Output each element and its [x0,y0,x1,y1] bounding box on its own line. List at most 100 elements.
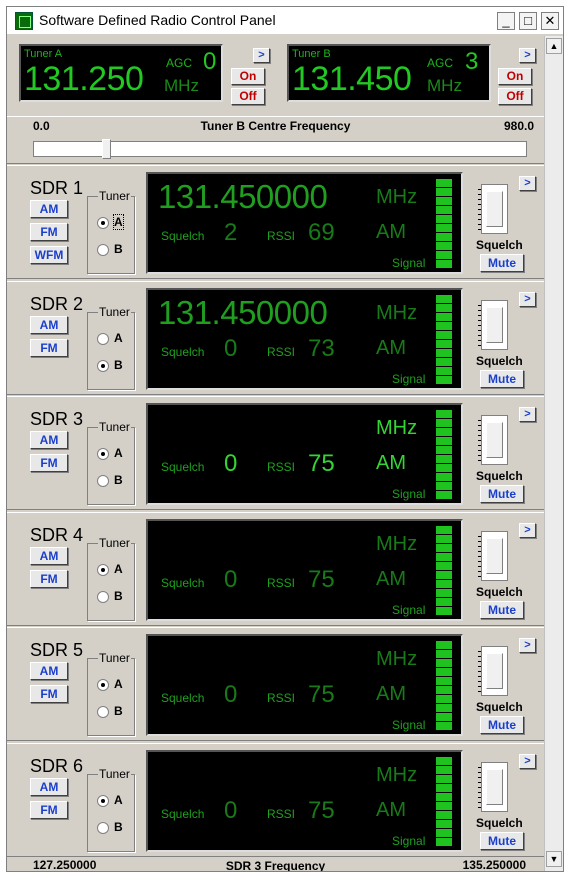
mode-button-am[interactable]: AM [30,431,68,449]
scroll-down-arrow[interactable]: ▼ [546,851,562,867]
sdr-expand-button[interactable]: > [519,292,536,307]
tuner-b-radio-label[interactable]: B [114,473,123,487]
tuner-b-radio-label[interactable]: B [114,242,123,256]
centre-frequency-row: 0.0 Tuner B Centre Frequency 980.0 [7,116,544,164]
tuner-b-radio[interactable] [97,822,109,834]
signal-label: Signal [392,718,426,732]
tuner-b-unit: MHz [427,76,462,95]
tuner-b-radio[interactable] [97,475,109,487]
tuner-b-off-button[interactable]: Off [498,88,532,105]
sdr-unit: MHz [376,417,418,439]
slider-tick [478,561,481,562]
mute-button[interactable]: Mute [480,370,524,388]
scroll-up-arrow[interactable]: ▲ [546,38,562,54]
mute-button[interactable]: Mute [480,254,524,272]
mode-button-am[interactable]: AM [30,662,68,680]
mute-button[interactable]: Mute [480,832,524,850]
mode-button-fm[interactable]: FM [30,339,68,357]
slider-tick [478,425,481,426]
tuner-a-expand-button[interactable]: > [253,48,270,63]
slider-tick [478,541,481,542]
sdr-expand-button[interactable]: > [519,176,536,191]
tuner-a-radio[interactable] [97,679,109,691]
slider-tick [478,556,481,557]
squelch-value: 0 [224,681,238,708]
tuner-a-radio[interactable] [97,448,109,460]
tuner-a-radio[interactable] [97,217,109,229]
mode-button-am[interactable]: AM [30,200,68,218]
mode-button-am[interactable]: AM [30,547,68,565]
tuner-a-radio-label[interactable]: A [114,562,123,576]
signal-label: Signal [392,487,426,501]
mode-button-fm[interactable]: FM [30,223,68,241]
mode-button-fm[interactable]: FM [30,570,68,588]
centre-frequency-slider[interactable] [33,139,527,159]
tuner-a-display: Tuner A 131.250 AGC 0 MHz [19,44,223,102]
slider-tick [478,807,481,808]
sdr-mode: AM [376,221,406,243]
squelch-thumb[interactable] [486,307,503,343]
tuner-b-radio-label[interactable]: B [114,358,123,372]
mode-button-fm[interactable]: FM [30,454,68,472]
tuner-a-radio-label[interactable]: A [114,446,123,460]
squelch-slider[interactable] [478,531,508,581]
tuner-a-radio[interactable] [97,795,109,807]
meter-segment [436,641,452,649]
tuner-b-expand-button[interactable]: > [519,48,536,63]
slider-tick [478,199,481,200]
squelch-thumb[interactable] [486,422,503,458]
tuner-a-radio-label[interactable]: A [114,793,123,807]
rssi-label: RSSI [267,229,296,243]
sdr-expand-button[interactable]: > [519,754,536,769]
mode-button-am[interactable]: AM [30,316,68,334]
tuner-a-radio-label[interactable]: A [113,214,124,230]
sdr-expand-button[interactable]: > [519,407,536,422]
sdr-expand-button[interactable]: > [519,523,536,538]
tuner-b-radio[interactable] [97,244,109,256]
squelch-thumb[interactable] [486,769,503,805]
squelch-slider[interactable] [478,646,508,696]
mute-button[interactable]: Mute [480,601,524,619]
squelch-slider[interactable] [478,762,508,812]
squelch-slider[interactable] [478,184,508,234]
tuner-b-radio[interactable] [97,706,109,718]
tuner-a-radio[interactable] [97,333,109,345]
squelch-slider[interactable] [478,415,508,465]
slider-tick [478,661,481,662]
rssi-label: RSSI [267,807,296,821]
app-icon [15,12,33,30]
vertical-scrollbar[interactable]: ▲ ▼ [544,36,563,871]
tuner-a-radio[interactable] [97,564,109,576]
meter-segment [436,695,452,703]
close-button[interactable]: ✕ [541,12,559,30]
tuner-group-label: Tuner [98,189,131,203]
meter-segment [436,260,452,268]
tuner-b-agc-value: 3 [465,48,479,75]
tuner-a-off-button[interactable]: Off [231,88,265,105]
squelch-thumb[interactable] [486,538,503,574]
mode-button-wfm[interactable]: WFM [30,246,68,264]
tuner-b-radio[interactable] [97,360,109,372]
slider-thumb[interactable] [102,139,111,159]
mode-button-am[interactable]: AM [30,778,68,796]
meter-segment [436,562,452,570]
mode-button-fm[interactable]: FM [30,685,68,703]
mute-button[interactable]: Mute [480,485,524,503]
mode-button-fm[interactable]: FM [30,801,68,819]
maximize-button[interactable]: □ [519,12,537,30]
squelch-thumb[interactable] [486,191,503,227]
tuner-b-radio-label[interactable]: B [114,589,123,603]
squelch-thumb[interactable] [486,653,503,689]
tuner-a-on-button[interactable]: On [231,68,265,85]
tuner-b-on-button[interactable]: On [498,68,532,85]
squelch-slider[interactable] [478,300,508,350]
minimize-button[interactable]: _ [497,12,515,30]
tuner-a-radio-label[interactable]: A [114,677,123,691]
tuner-a-frequency: 131.250 [24,60,144,98]
mute-button[interactable]: Mute [480,716,524,734]
sdr-expand-button[interactable]: > [519,638,536,653]
tuner-a-radio-label[interactable]: A [114,331,123,345]
tuner-b-radio-label[interactable]: B [114,704,123,718]
tuner-b-radio-label[interactable]: B [114,820,123,834]
tuner-b-radio[interactable] [97,591,109,603]
